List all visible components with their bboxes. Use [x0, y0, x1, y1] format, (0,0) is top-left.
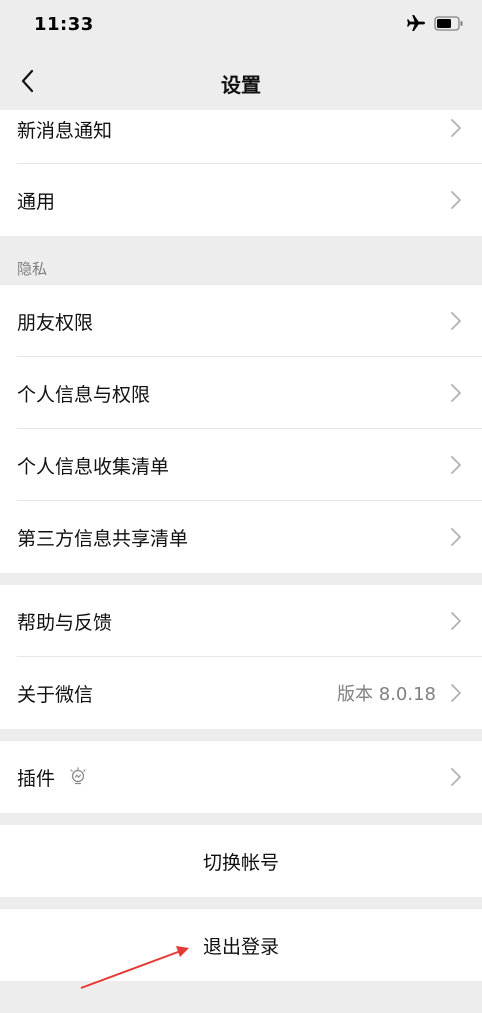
section-header-privacy: 隐私: [0, 236, 482, 285]
airplane-icon: [406, 14, 426, 36]
row-friend-permissions-label: 朋友权限: [17, 311, 94, 334]
chevron-right-icon: [451, 684, 461, 702]
row-personal-info-permissions[interactable]: 个人信息与权限: [0, 357, 482, 429]
row-third-party-sharing-label: 第三方信息共享清单: [17, 527, 189, 550]
row-about[interactable]: 关于微信 版本 8.0.18: [0, 657, 482, 729]
row-friend-permissions[interactable]: 朋友权限: [0, 285, 482, 357]
settings-list: 新消息通知 通用 隐私 朋友权限 个人信息与权限 个人信息收集清单 第三方信息共…: [0, 110, 482, 981]
row-plugins[interactable]: 插件: [0, 741, 482, 813]
row-plugins-label-wrap: 插件: [17, 764, 87, 791]
page-title: 设置: [221, 73, 261, 97]
lightbulb-icon: [69, 767, 87, 787]
chevron-right-icon: [451, 612, 461, 630]
row-general-label: 通用: [17, 190, 56, 213]
switch-account-button[interactable]: 切换帐号: [0, 825, 482, 897]
chevron-right-icon: [451, 119, 461, 137]
row-third-party-sharing[interactable]: 第三方信息共享清单: [0, 501, 482, 573]
row-notifications[interactable]: 新消息通知: [0, 110, 482, 164]
row-help-feedback-label: 帮助与反馈: [17, 611, 113, 634]
row-personal-info-permissions-label: 个人信息与权限: [17, 383, 151, 406]
chevron-right-icon: [451, 528, 461, 546]
logout-label: 退出登录: [202, 935, 279, 958]
chevron-right-icon: [451, 768, 461, 786]
row-notifications-label: 新消息通知: [17, 120, 113, 142]
battery-icon: [434, 15, 464, 35]
row-about-label: 关于微信: [17, 683, 94, 706]
status-icons: [406, 14, 464, 36]
section-header-privacy-label: 隐私: [17, 260, 48, 278]
row-personal-info-collection[interactable]: 个人信息收集清单: [0, 429, 482, 501]
section-gap: [0, 813, 482, 825]
status-time: 11:33: [34, 14, 94, 35]
section-gap: [0, 897, 482, 909]
row-personal-info-collection-label: 个人信息收集清单: [17, 455, 170, 478]
row-help-feedback[interactable]: 帮助与反馈: [0, 585, 482, 657]
section-gap: [0, 573, 482, 585]
switch-account-label: 切换帐号: [202, 851, 279, 874]
chevron-right-icon: [451, 191, 461, 209]
row-general[interactable]: 通用: [0, 164, 482, 236]
section-gap: [0, 729, 482, 741]
logout-button[interactable]: 退出登录: [0, 909, 482, 981]
nav-bar: 设置: [0, 52, 482, 110]
chevron-right-icon: [451, 456, 461, 474]
chevron-right-icon: [451, 384, 461, 402]
chevron-right-icon: [451, 312, 461, 330]
row-plugins-label: 插件: [17, 767, 56, 790]
status-bar: 11:33: [0, 0, 482, 52]
version-value: 版本 8.0.18: [337, 684, 436, 705]
